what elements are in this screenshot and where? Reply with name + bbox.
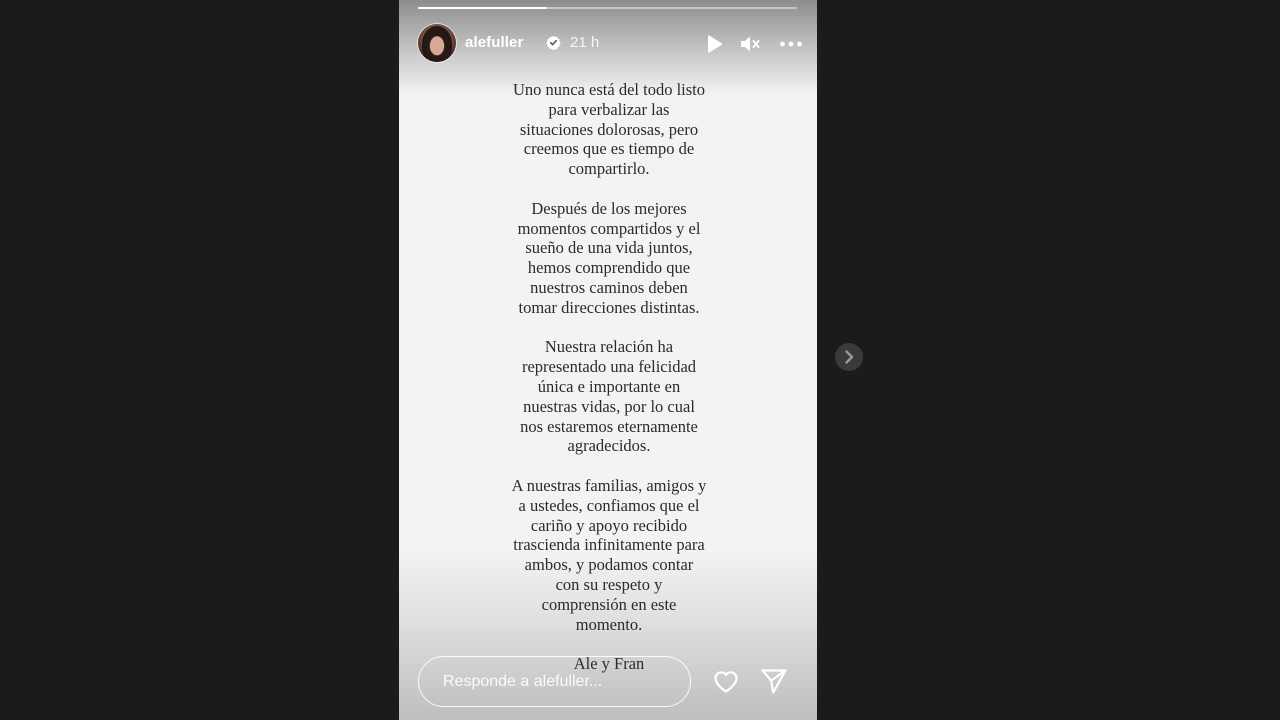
send-icon[interactable] (759, 666, 789, 696)
letter-paragraph-4: A nuestras familias, amigos y a ustedes,… (511, 475, 707, 634)
letter-paragraph-1: Uno nunca está del todo listo para verba… (512, 80, 705, 179)
avatar[interactable] (418, 24, 456, 62)
chevron-right-icon (845, 350, 854, 364)
story-frame[interactable]: alefuller 21 h Uno nunca está del todo l… (399, 0, 817, 720)
letter-paragraph-3: Nuestra relación ha representado una fel… (520, 337, 698, 456)
story-letter-text: Uno nunca está del todo listo para verba… (459, 80, 759, 694)
story-progress-fill (418, 7, 547, 9)
play-icon[interactable] (701, 32, 725, 56)
next-story-button[interactable] (835, 343, 863, 371)
reply-input[interactable] (418, 656, 691, 707)
story-header: alefuller 21 h (418, 24, 802, 62)
more-icon[interactable] (779, 32, 803, 56)
post-time: 21 h (570, 34, 600, 51)
heart-icon[interactable] (711, 666, 741, 696)
story-progress-track (418, 7, 797, 9)
username[interactable]: alefuller (465, 34, 523, 51)
mute-icon[interactable] (738, 32, 762, 56)
letter-paragraph-2: Después de los mejores momentos comparti… (517, 198, 701, 317)
story-viewer: alefuller 21 h Uno nunca está del todo l… (0, 0, 1280, 720)
avatar-photo (422, 26, 452, 62)
verified-badge-icon (546, 35, 561, 50)
